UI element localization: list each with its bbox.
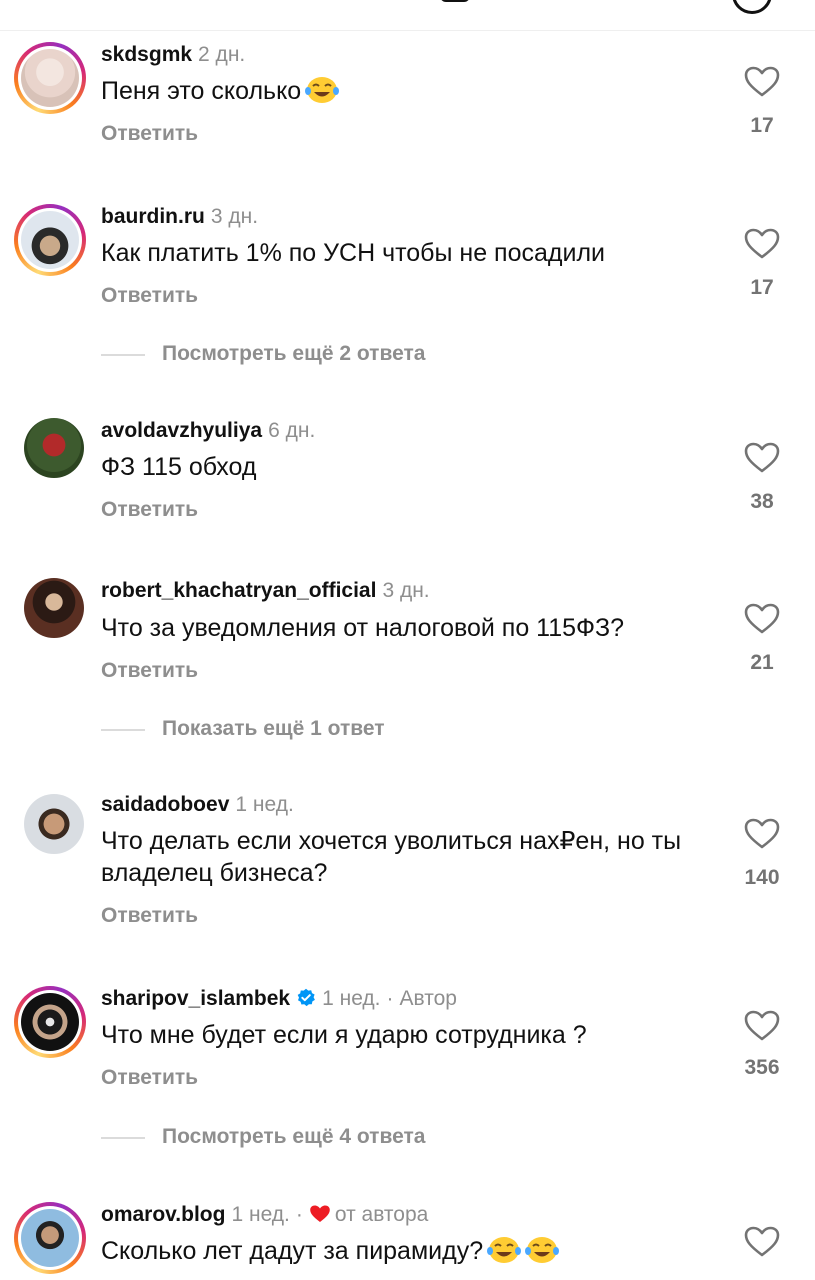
- username[interactable]: baurdin.ru: [101, 205, 205, 228]
- reply-button[interactable]: Ответить: [101, 904, 198, 928]
- username[interactable]: skdsgmk: [101, 43, 192, 66]
- tears-of-joy-emoji: [487, 1235, 522, 1273]
- replies-divider: [101, 1137, 145, 1139]
- username[interactable]: saidadoboev: [101, 793, 229, 816]
- view-more-replies-button[interactable]: Посмотреть ещё 2 ответа: [101, 340, 601, 370]
- tears-of-joy-emoji: [525, 1235, 560, 1273]
- comment-text: Что мне будет если я ударю сотрудника ?: [101, 1021, 587, 1049]
- comment-meta: avoldavzhyuliya 6 дн.: [101, 418, 315, 444]
- like-count: 356: [744, 1056, 780, 1079]
- comment-meta: skdsgmk 2 дн.: [101, 42, 245, 68]
- reply-button[interactable]: Ответить: [101, 284, 198, 308]
- like-count: 140: [744, 866, 780, 889]
- comment-meta: omarov.blog 1 нед. · от автора: [101, 1202, 428, 1228]
- view-more-replies-label: Посмотреть ещё 2 ответа: [162, 342, 426, 365]
- comment-text: Что делать если хочется уволиться нах₽ен…: [101, 827, 682, 887]
- reply-button[interactable]: Ответить: [101, 1066, 198, 1090]
- like-count: 17: [750, 114, 774, 137]
- options-icon[interactable]: [732, 0, 772, 14]
- heart-outline-icon[interactable]: [744, 1010, 780, 1042]
- avatar-story-ring[interactable]: [14, 204, 86, 276]
- username[interactable]: omarov.blog: [101, 1203, 225, 1226]
- replies-divider: [101, 729, 145, 731]
- header-title-fragment: [440, 0, 470, 2]
- comment-meta: baurdin.ru 3 дн.: [101, 204, 258, 230]
- timestamp: 1 нед.: [322, 987, 381, 1010]
- avatar-story-ring[interactable]: [14, 42, 86, 114]
- avatar[interactable]: [21, 49, 79, 107]
- view-more-replies-button[interactable]: Посмотреть ещё 4 ответа: [101, 1123, 601, 1153]
- avatar[interactable]: [21, 1209, 79, 1267]
- top-bar: [0, 0, 815, 31]
- avatar[interactable]: [21, 993, 79, 1051]
- comment-text: Как платить 1% по УСН чтобы не посадили: [101, 239, 606, 267]
- comment-meta: robert_khachatryan_official 3 дн.: [101, 578, 430, 604]
- timestamp: 3 дн.: [210, 205, 259, 228]
- replies-divider: [101, 354, 145, 356]
- comment-text: ФЗ 115 обход: [101, 453, 257, 481]
- like-count: 21: [750, 651, 774, 674]
- heart-outline-icon[interactable]: [744, 442, 780, 474]
- verified-badge-icon: [297, 988, 315, 1007]
- timestamp: 1 нед.: [235, 793, 294, 816]
- reply-button[interactable]: Ответить: [101, 498, 198, 522]
- heart-outline-icon[interactable]: [744, 1226, 780, 1258]
- comment-meta: sharipov_islambek 1 нед. · Автор: [101, 986, 457, 1012]
- heart-outline-icon[interactable]: [744, 66, 780, 98]
- comment-text: Что за уведомления от налоговой по 115ФЗ…: [101, 614, 625, 642]
- liked-by-author-label: от автора: [334, 1203, 429, 1226]
- username[interactable]: robert_khachatryan_official: [101, 579, 376, 602]
- timestamp: 6 дн.: [268, 419, 316, 442]
- tears-of-joy-emoji: [305, 75, 340, 113]
- comment-text: Сколько лет дадут за пирамиду?: [101, 1235, 721, 1273]
- avatar[interactable]: [24, 418, 84, 478]
- heart-outline-icon[interactable]: [744, 818, 780, 850]
- avatar-story-ring[interactable]: [14, 986, 86, 1058]
- view-more-replies-button[interactable]: Показать ещё 1 ответ: [101, 715, 601, 745]
- reply-button[interactable]: Ответить: [101, 659, 198, 683]
- timestamp: 1 нед.: [231, 1203, 290, 1226]
- heart-outline-icon[interactable]: [744, 228, 780, 260]
- heart-filled-icon: [310, 1205, 330, 1222]
- meta-separator: ·: [295, 1203, 303, 1226]
- comment-text: Пеня это сколько: [101, 75, 721, 113]
- avatar[interactable]: [24, 578, 84, 638]
- comment-meta: saidadoboev 1 нед.: [101, 792, 294, 818]
- view-more-replies-label: Показать ещё 1 ответ: [162, 717, 385, 740]
- meta-separator: ·: [386, 987, 394, 1010]
- avatar-story-ring[interactable]: [14, 1202, 86, 1274]
- username[interactable]: avoldavzhyuliya: [101, 419, 262, 442]
- like-count: 38: [750, 490, 774, 513]
- avatar[interactable]: [21, 211, 79, 269]
- timestamp: 2 дн.: [198, 43, 246, 66]
- heart-outline-icon[interactable]: [744, 603, 780, 635]
- like-count: 17: [750, 276, 774, 299]
- username[interactable]: sharipov_islambek: [101, 987, 290, 1010]
- timestamp: 3 дн.: [382, 579, 430, 602]
- author-tag: Автор: [399, 987, 457, 1010]
- avatar[interactable]: [24, 794, 84, 854]
- reply-button[interactable]: Ответить: [101, 122, 198, 146]
- view-more-replies-label: Посмотреть ещё 4 ответа: [162, 1125, 426, 1148]
